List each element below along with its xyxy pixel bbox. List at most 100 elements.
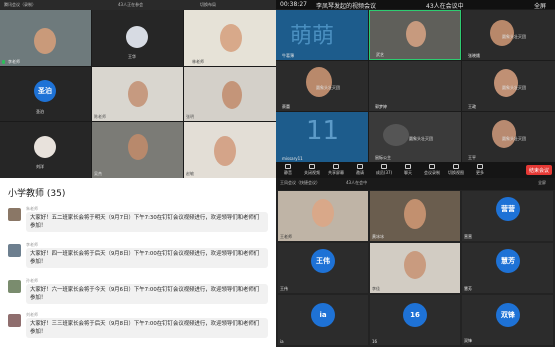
- video-tile[interactable]: 双锋 双锋: [462, 295, 553, 345]
- fullscreen-button[interactable]: 全屏: [538, 180, 546, 186]
- chat-message: 孙老师 大家好！六一班家长会将于今天（9月6日）下午7:00在钉钉会议视频进行，…: [8, 278, 268, 312]
- avatar: 慧芳: [496, 249, 520, 273]
- end-meeting-button[interactable]: 结束会议: [526, 165, 552, 175]
- participant-name: missary11: [282, 156, 303, 161]
- tile-caption: 圆象头壮灭团: [316, 85, 340, 90]
- share-icon: [333, 164, 339, 169]
- video-tile[interactable]: 圆象头壮灭团 鼠标公主: [369, 112, 461, 162]
- tile-caption: 圆象头壮灭团: [502, 85, 526, 90]
- toolbar-label: 静音: [284, 170, 292, 175]
- invite-button[interactable]: 邀请: [348, 164, 372, 176]
- members-button[interactable]: 成员(37): [372, 164, 396, 176]
- message-bubble[interactable]: 大家好！四一班家长会将于后天（9月8日）下午7:00在钉钉会议视频进行，欢迎领导…: [26, 248, 268, 268]
- share-screen-button[interactable]: 共享屏幕: [324, 164, 348, 176]
- video-tile[interactable]: 张明: [184, 67, 276, 121]
- video-tile[interactable]: 圆象头壮灭团 王政: [462, 61, 555, 111]
- toolbar-label: 关闭视频: [304, 170, 320, 175]
- video-tile[interactable]: 圆象头壮灭团 王平: [462, 112, 555, 162]
- video-tile[interactable]: 营营 营营: [462, 191, 553, 241]
- participant-name: 吴杰: [94, 171, 102, 176]
- participant-name: 武艺: [376, 52, 384, 57]
- chat-message: 李老师 大家好！四一班家长会将于后天（9月8日）下午7:00在钉钉会议视频进行，…: [8, 242, 268, 276]
- participant-face: [220, 24, 242, 52]
- participant-face: [406, 21, 426, 47]
- participant-face: [492, 120, 516, 148]
- participant-face: [222, 81, 242, 109]
- video-tile[interactable]: 王华: [92, 10, 183, 66]
- message-bubble[interactable]: 大家好！五二班家长会将于明天（9月7日）下午7:30在钉钉会议视频进行，欢迎领导…: [26, 212, 268, 232]
- toolbar-label: 聊天: [404, 170, 412, 175]
- participant-face: [494, 69, 518, 97]
- participant-name: 圣泊: [36, 109, 44, 114]
- participant-name: 双锋: [464, 338, 472, 343]
- video-tile[interactable]: 黄冰冰: [370, 191, 460, 241]
- meeting-header: 00:38:27 李凤琴发起的视频会议 43人在会议中 全屏: [276, 0, 555, 10]
- invite-icon: [357, 164, 363, 169]
- video-tile[interactable]: 王老师: [278, 191, 368, 241]
- switch-view-button[interactable]: 切换视图: [444, 164, 468, 176]
- meeting-timer: 00:38:27: [280, 1, 307, 8]
- video-tile[interactable]: 李老师: [0, 10, 91, 66]
- participant-name: 慧芳: [464, 286, 472, 291]
- participant-name: 陈老师: [94, 114, 106, 119]
- video-tile[interactable]: 吴杰: [92, 122, 183, 178]
- chat-title: 小学教师 (35): [8, 189, 66, 199]
- fullscreen-button[interactable]: 全屏: [534, 1, 546, 10]
- avatar: 圣泊: [34, 80, 56, 102]
- participant-name: 张明: [186, 114, 194, 119]
- video-tile[interactable]: 林老师: [184, 10, 276, 66]
- mic-icon: [2, 60, 5, 64]
- meeting-window-bottom-right: 王凤会议（快捷会议） 43人在会中 全屏 王老师 黄冰冰 营营 营营 王伟 王伟…: [276, 178, 555, 347]
- stop-video-button[interactable]: 关闭视频: [300, 164, 324, 176]
- participant-name: ia: [280, 339, 284, 344]
- participant-name: 张晓娥: [468, 53, 480, 58]
- message-bubble[interactable]: 大家好！三三班家长会将于后天（9月8日）下午7:00在钉钉会议视频进行，欢迎领导…: [26, 318, 268, 338]
- participant-name: 李佳: [372, 286, 380, 291]
- participant-count: 43人在会中: [346, 180, 368, 185]
- participant-name: 王老师: [280, 234, 292, 239]
- meeting-window-top-right: 00:38:27 李凤琴发起的视频会议 43人在会议中 全屏 萌萌 牛葛薄 武艺…: [276, 0, 555, 178]
- chat-message: 朱老师 大家好！五二班家长会将于明天（9月7日）下午7:30在钉钉会议视频进行，…: [8, 206, 268, 240]
- video-tile[interactable]: 圆象头壮灭团 蔡蕾: [276, 61, 368, 111]
- participant-name: 鼠标公主: [375, 155, 391, 160]
- microphone-icon: [285, 164, 291, 169]
- video-tile[interactable]: 郭梦婷: [369, 61, 461, 111]
- video-tile[interactable]: 圆象头壮灭团 张晓娥: [462, 10, 555, 60]
- video-tile[interactable]: 王伟 王伟: [278, 243, 368, 293]
- window-titlebar: 腾讯会议（录制） 43人正在参会 切换布局: [0, 0, 276, 10]
- video-tile-active-speaker[interactable]: 武艺: [369, 10, 461, 60]
- participant-name: 王伟: [280, 286, 288, 291]
- video-tile[interactable]: ia ia: [278, 295, 368, 345]
- meeting-title: 李凤琴发起的视频会议: [316, 3, 377, 10]
- overlay-text: 萌萌: [290, 24, 335, 49]
- participant-face: [383, 124, 409, 146]
- video-tile[interactable]: 陈老师: [92, 67, 183, 121]
- group-chat-panel: 小学教师 (35) 朱老师 大家好！五二班家长会将于明天（9月7日）下午7:30…: [0, 178, 276, 347]
- participant-face: [34, 28, 56, 54]
- video-tile[interactable]: 刘洋: [0, 122, 91, 178]
- avatar: [8, 208, 21, 221]
- video-tile[interactable]: 11 missary11: [276, 112, 368, 162]
- video-tile[interactable]: 圣泊 圣泊: [0, 67, 91, 121]
- video-tile[interactable]: 16 16: [370, 295, 460, 345]
- avatar: ia: [311, 303, 335, 327]
- record-button[interactable]: 会议录制: [420, 164, 444, 176]
- participant-face: [312, 199, 334, 227]
- mute-button[interactable]: 静音: [276, 164, 300, 176]
- avatar: 双锋: [496, 303, 520, 327]
- record-icon: [429, 164, 435, 169]
- video-tile[interactable]: 萌萌 牛葛薄: [276, 10, 368, 60]
- switch-layout-button[interactable]: 切换布局: [200, 2, 216, 8]
- more-button[interactable]: 更多: [468, 164, 492, 176]
- video-tile[interactable]: 慧芳 慧芳: [462, 243, 553, 293]
- chat-button[interactable]: 聊天: [396, 164, 420, 176]
- avatar: 王伟: [311, 249, 335, 273]
- members-icon: [381, 164, 387, 169]
- toolbar-label: 共享屏幕: [328, 170, 344, 175]
- participant-face: [128, 81, 148, 107]
- avatar: [126, 26, 148, 48]
- video-tile[interactable]: 赵敏: [184, 122, 276, 178]
- video-tile[interactable]: 李佳: [370, 243, 460, 293]
- participant-face: [404, 251, 426, 279]
- message-bubble[interactable]: 大家好！六一班家长会将于今天（9月6日）下午7:00在钉钉会议视频进行，欢迎领导…: [26, 284, 268, 304]
